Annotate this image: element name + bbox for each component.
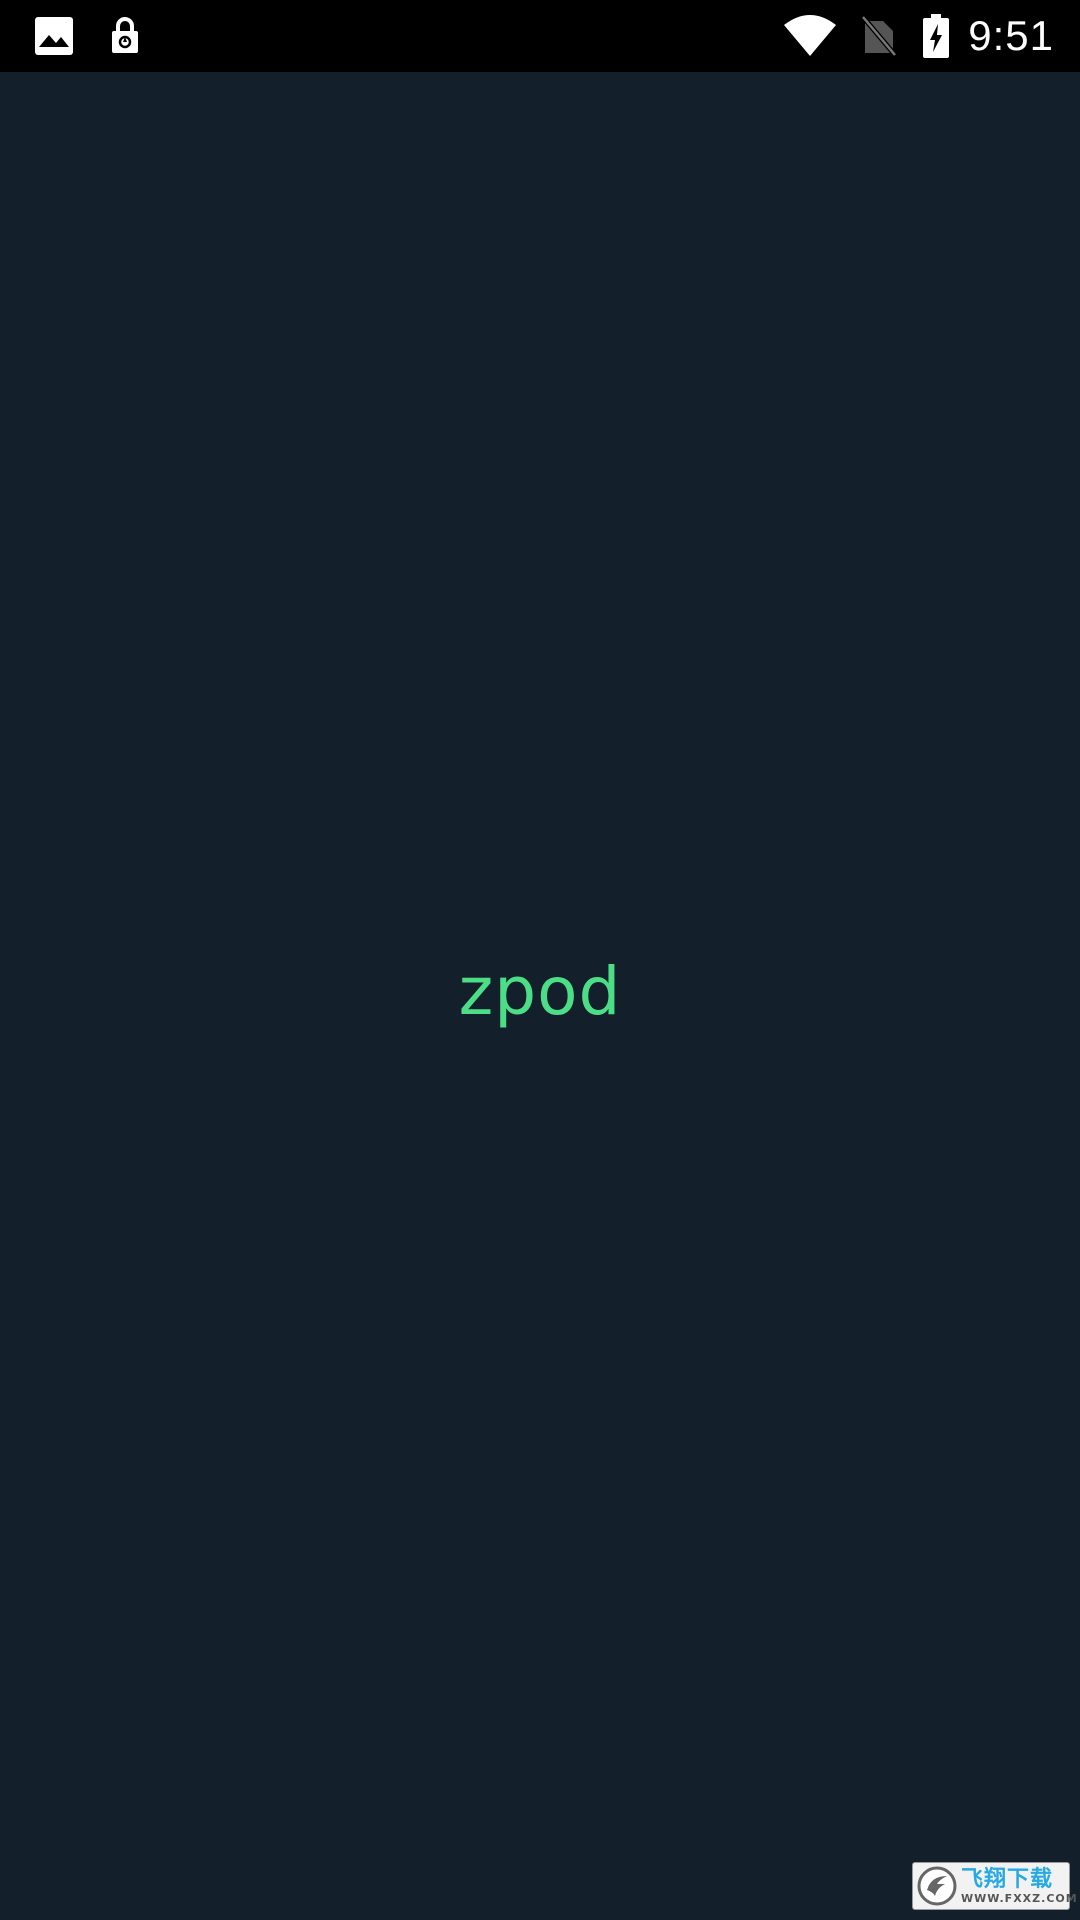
watermark-url: WWW.FXXZ.COM: [961, 1891, 1078, 1905]
watermark-name: 飞翔下载: [961, 1866, 1054, 1892]
no-sim-icon: [860, 0, 898, 72]
battery-charging-icon: [920, 0, 952, 72]
gallery-icon: [34, 0, 74, 72]
status-bar: 9:51: [0, 0, 1080, 72]
wifi-icon: [782, 0, 838, 72]
splash-screen: zpod: [0, 72, 1080, 1920]
lock-icon: [108, 0, 142, 72]
app-title: zpod: [458, 953, 622, 1030]
watermark: 飞翔下载 WWW.FXXZ.COM: [912, 1862, 1077, 1910]
fxxz-logo-icon: [917, 1866, 957, 1906]
status-time: 9:51: [968, 12, 1054, 59]
